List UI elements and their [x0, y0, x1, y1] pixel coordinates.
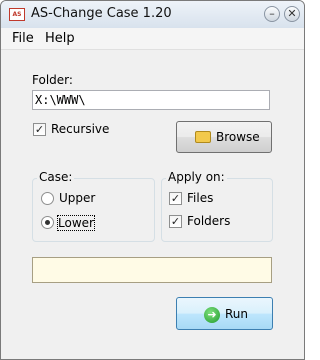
folders-checkbox[interactable]: ✓	[169, 215, 182, 228]
apply-on-group	[161, 178, 273, 242]
browse-button[interactable]: Browse	[176, 121, 272, 153]
folder-label: Folder:	[32, 73, 73, 87]
run-label: Run	[225, 307, 249, 321]
lower-label: Lower	[57, 215, 95, 231]
radio-selected-dot	[45, 220, 50, 225]
case-group	[32, 178, 155, 242]
files-checkbox[interactable]: ✓	[169, 192, 182, 205]
browse-label: Browse	[216, 130, 260, 144]
status-field	[32, 257, 272, 283]
upper-radio[interactable]	[41, 192, 54, 205]
upper-label: Upper	[59, 191, 96, 205]
case-legend: Case:	[37, 170, 75, 184]
folder-input[interactable]: X:\WWW\	[32, 90, 270, 110]
go-arrow-icon: ➜	[204, 307, 220, 323]
app-icon: AS	[9, 8, 25, 21]
recursive-label: Recursive	[51, 122, 110, 136]
files-label: Files	[187, 191, 214, 205]
folders-label: Folders	[187, 214, 231, 228]
title-bar[interactable]: AS AS-Change Case 1.20 – ✕	[1, 1, 304, 28]
app-window: AS AS-Change Case 1.20 – ✕ File Help Fol…	[0, 0, 305, 360]
menu-bar: File Help	[1, 28, 304, 50]
apply-on-legend: Apply on:	[166, 170, 227, 184]
menu-help[interactable]: Help	[45, 31, 75, 46]
close-icon: ✕	[287, 7, 297, 20]
lower-radio[interactable]	[41, 216, 54, 229]
window-title: AS-Change Case 1.20	[31, 6, 172, 21]
recursive-checkbox[interactable]: ✓	[33, 123, 46, 136]
close-button[interactable]: ✕	[284, 6, 300, 22]
main-panel: Folder: X:\WWW\ ✓ Recursive Browse Case:…	[1, 50, 304, 359]
minimize-icon: –	[269, 7, 275, 20]
folder-icon	[195, 131, 211, 143]
run-button[interactable]: ➜ Run	[176, 297, 273, 330]
menu-file[interactable]: File	[12, 31, 34, 46]
minimize-button[interactable]: –	[264, 6, 280, 22]
